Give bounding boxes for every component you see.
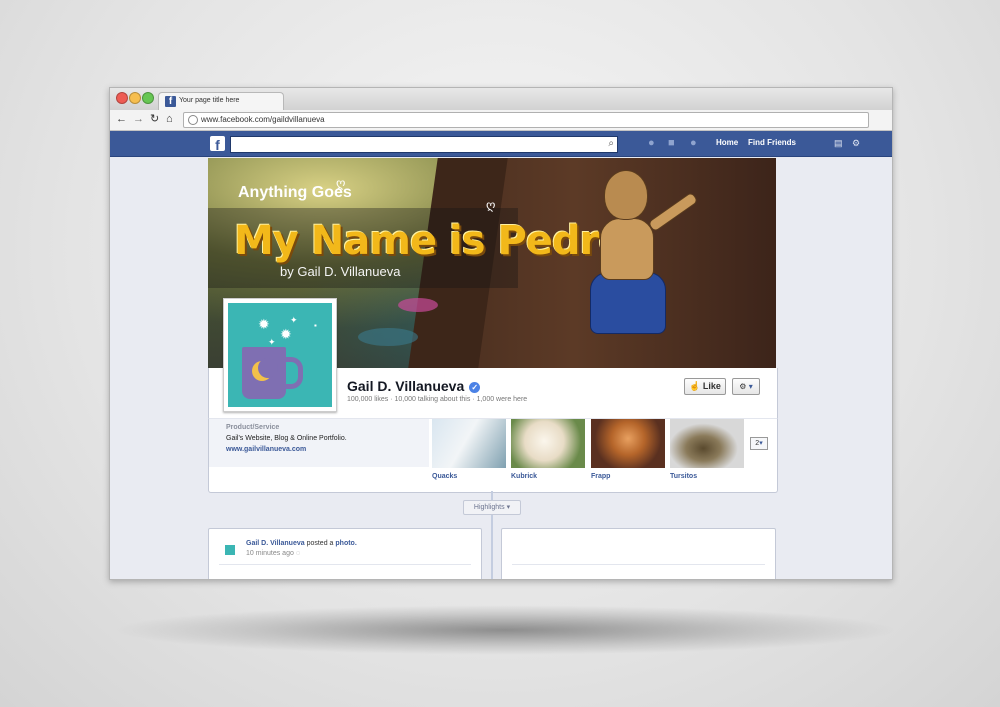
- cover-foliage: [358, 328, 418, 346]
- chevron-down-icon: ▾: [748, 382, 753, 391]
- cover-subtitle: Anything Goes: [238, 184, 352, 201]
- app-tile-quacks[interactable]: Quacks: [432, 419, 506, 489]
- browser-window: f Your page title here ← → ↻ ⌂ www.faceb…: [109, 87, 893, 580]
- facebook-top-bar: f ⌕ ● ■ ● Home Find Friends ▤ ⚙: [110, 131, 892, 157]
- thumbs-up-icon: ☝: [689, 381, 701, 391]
- star-icon: ✹: [280, 326, 292, 342]
- nav-home-link[interactable]: Home: [716, 138, 738, 147]
- like-button-label: Like: [702, 381, 721, 391]
- public-globe-icon: ◌: [295, 550, 300, 557]
- mug-handle: [284, 357, 303, 389]
- app-tile-tursitos[interactable]: Tursitos: [670, 419, 744, 489]
- verified-badge-icon: ✓: [469, 382, 481, 393]
- forward-icon[interactable]: →: [133, 113, 144, 126]
- facebook-favicon-icon: f: [165, 96, 176, 107]
- cover-flowers: [398, 298, 438, 312]
- messages-icon[interactable]: ■: [668, 137, 675, 149]
- star-icon: ✦: [290, 315, 298, 325]
- pedro-arm: [647, 191, 699, 233]
- website-link[interactable]: www.gailvillanueva.com: [226, 446, 306, 453]
- post-time-text: 10 minutes ago: [246, 550, 294, 557]
- window-shadow: [110, 605, 900, 655]
- star-icon: ▪: [314, 321, 317, 330]
- gear-icon: ⚙: [739, 382, 747, 391]
- app-label[interactable]: Frapp: [591, 473, 610, 480]
- chevron-down-icon: ▾: [759, 440, 763, 447]
- friend-requests-icon[interactable]: ●: [648, 137, 655, 149]
- page-name-text[interactable]: Gail D. Villanueva: [347, 378, 464, 394]
- cover-byline: by Gail D. Villanueva: [280, 264, 401, 279]
- moon-icon-cutout: [258, 358, 278, 378]
- app-label[interactable]: Kubrick: [511, 473, 537, 480]
- post-header: Gail D. Villanueva posted a photo.: [246, 540, 357, 547]
- reload-icon[interactable]: ↻: [150, 113, 159, 126]
- tab-title: Your page title here: [179, 97, 240, 104]
- chevron-down-icon: ▾: [506, 504, 511, 511]
- address-bar-url: www.facebook.com/gaildvillanueva: [201, 115, 325, 124]
- post-timestamp[interactable]: 10 minutes ago ◌: [246, 550, 300, 557]
- facebook-logo-icon[interactable]: f: [210, 136, 225, 153]
- highlights-label: Highlights: [473, 504, 505, 511]
- maximize-window-button[interactable]: [142, 92, 154, 104]
- back-icon[interactable]: ←: [116, 113, 127, 126]
- about-section: Product/Service Gail's Website, Blog & O…: [208, 418, 778, 493]
- browser-tab[interactable]: f Your page title here: [158, 92, 284, 111]
- app-thumbnail: [511, 419, 585, 468]
- profile-picture[interactable]: ✹ ✹ ✦ ▪ ✦: [223, 298, 337, 412]
- app-tile-frapp[interactable]: Frapp: [591, 419, 665, 489]
- highlights-dropdown[interactable]: Highlights ▾: [463, 500, 521, 515]
- page-settings-button[interactable]: ⚙ ▾: [732, 378, 760, 395]
- app-label[interactable]: Quacks: [432, 473, 457, 480]
- timeline-post: Gail D. Villanueva posted a photo. 10 mi…: [208, 528, 482, 579]
- pedro-body: [600, 218, 654, 280]
- app-tile-kubrick[interactable]: Kubrick: [511, 419, 585, 489]
- search-icon[interactable]: ⌕: [608, 138, 614, 149]
- post-divider: [219, 564, 471, 565]
- address-bar[interactable]: www.facebook.com/gaildvillanueva: [183, 112, 869, 128]
- notifications-globe-icon[interactable]: ●: [690, 137, 697, 149]
- post-action-text: posted a: [306, 540, 334, 547]
- account-icon[interactable]: ▤: [834, 138, 843, 149]
- globe-icon: [188, 115, 198, 125]
- profile-picture-art: ✹ ✹ ✦ ▪ ✦: [228, 303, 332, 407]
- app-thumbnail: [670, 419, 744, 468]
- cover-title: My Name is Pedro: [234, 218, 626, 264]
- more-apps-button[interactable]: 2▾: [750, 437, 768, 450]
- page-category: Product/Service: [226, 424, 280, 431]
- app-label[interactable]: Tursitos: [670, 473, 697, 480]
- pedro-character-illustration: [586, 162, 716, 362]
- minimize-window-button[interactable]: [129, 92, 141, 104]
- like-button[interactable]: ☝ Like: [684, 378, 726, 395]
- avatar[interactable]: [225, 545, 235, 555]
- facebook-search-input[interactable]: ⌕: [230, 136, 618, 153]
- pedro-head: [604, 170, 648, 220]
- timeline-post-empty: [501, 528, 776, 579]
- post-author-link[interactable]: Gail D. Villanueva: [246, 540, 305, 547]
- page-description: Gail's Website, Blog & Online Portfolio.: [226, 435, 347, 442]
- page-name[interactable]: Gail D. Villanueva ✓: [347, 378, 481, 394]
- about-box: Product/Service Gail's Website, Blog & O…: [209, 419, 429, 467]
- browser-titlebar: f Your page title here: [110, 88, 892, 111]
- app-thumbnail: [591, 419, 665, 468]
- page-stats: 100,000 likes · 10,000 talking about thi…: [347, 396, 528, 403]
- close-window-button[interactable]: [116, 92, 128, 104]
- pedro-pants: [590, 272, 666, 334]
- browser-toolbar: ← → ↻ ⌂ www.facebook.com/gaildvillanueva: [110, 110, 892, 131]
- post-photo-link[interactable]: photo.: [335, 540, 356, 547]
- star-icon: ✹: [258, 316, 270, 332]
- butterfly-icon: ღ: [336, 176, 346, 190]
- home-icon[interactable]: ⌂: [166, 113, 173, 126]
- gear-icon[interactable]: ⚙: [852, 138, 860, 149]
- butterfly-icon: ღ: [486, 198, 496, 212]
- star-icon: ✦: [268, 337, 276, 347]
- nav-find-friends-link[interactable]: Find Friends: [748, 138, 796, 147]
- app-thumbnail: [432, 419, 506, 468]
- post-divider: [512, 564, 765, 565]
